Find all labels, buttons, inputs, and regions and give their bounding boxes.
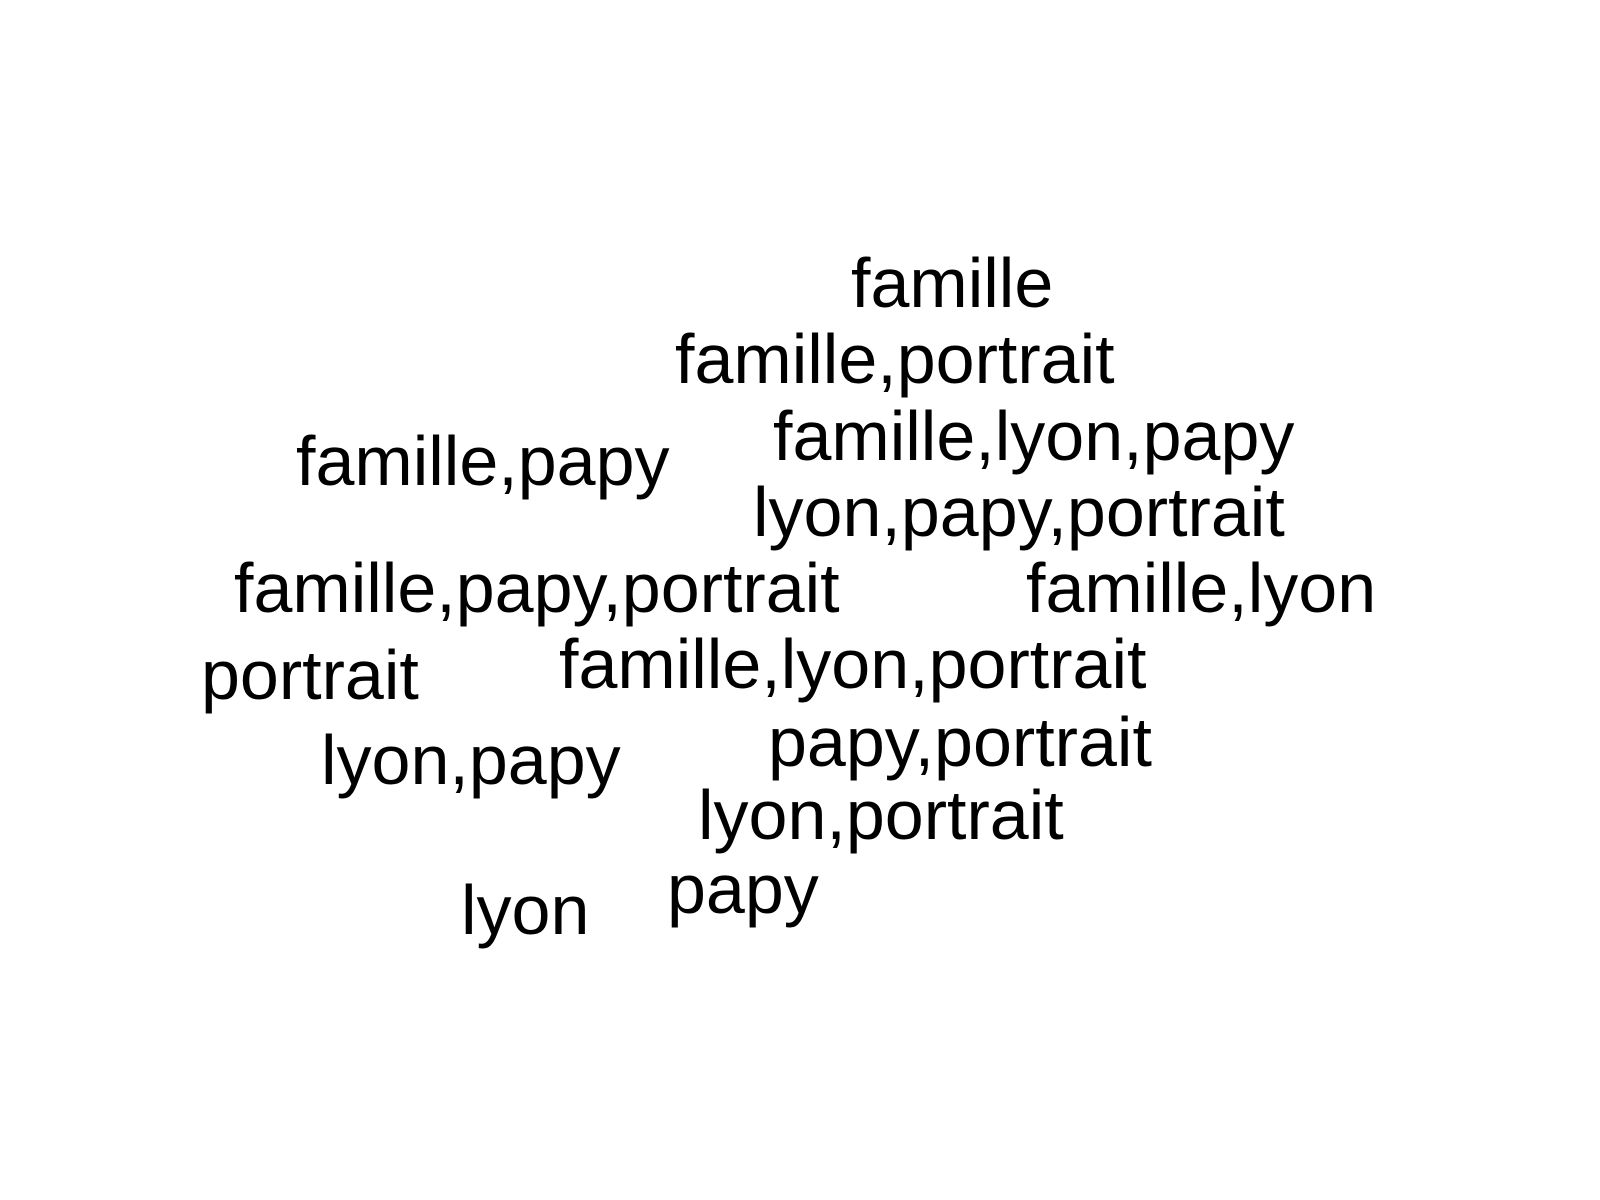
word-label: famille — [851, 244, 1054, 322]
word-label: famille,lyon,papy — [773, 397, 1295, 475]
word-label: famille,papy,portrait — [234, 549, 840, 627]
word-label: famille,lyon,portrait — [559, 625, 1147, 703]
word-label: lyon — [461, 871, 590, 949]
word-label: famille,papy — [296, 422, 670, 500]
word-label: portrait — [201, 636, 419, 714]
word-label: papy,portrait — [768, 703, 1152, 781]
word-label: famille,portrait — [675, 320, 1115, 398]
word-label: lyon,papy — [321, 721, 621, 799]
word-label: lyon,portrait — [698, 776, 1064, 854]
word-label: lyon,papy,portrait — [753, 473, 1285, 551]
word-label: papy — [667, 850, 819, 928]
word-label: famille,lyon — [1026, 549, 1377, 627]
word-cloud-canvas: famille famille,portrait famille,lyon,pa… — [0, 0, 1600, 1200]
